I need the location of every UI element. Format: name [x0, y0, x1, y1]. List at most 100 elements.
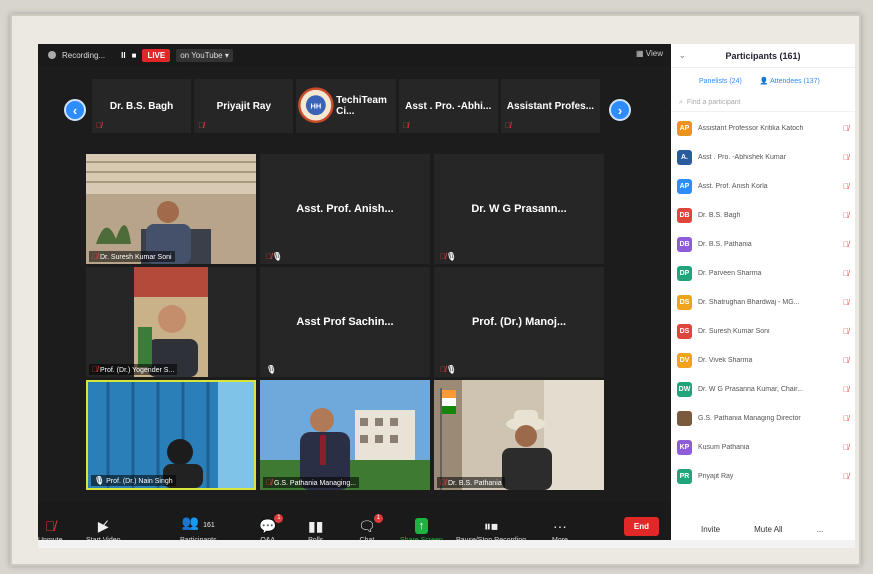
avatar: KP	[677, 440, 692, 455]
prev-page-button[interactable]: ‹	[64, 99, 86, 121]
strip-tile[interactable]: Asst . Pro. -Abhi... 🎙̸	[398, 79, 498, 133]
participant-name: Priyajit Ray	[216, 100, 272, 112]
participant-tag: 🎙 Prof. (Dr.) Nain Singh	[91, 475, 176, 486]
avatar: DV	[677, 353, 692, 368]
mic-muted-icon[interactable]: 🎙̸	[843, 472, 849, 481]
video-feed	[88, 382, 254, 488]
participant-name: Dr. Shatrughan Bhardwaj - MG...	[698, 299, 800, 306]
tab-attendees[interactable]: 👤 Attendees (137)	[760, 77, 820, 85]
participant-row[interactable]: DS Dr. Shatrughan Bhardwaj - MG... 🎙̸	[677, 288, 849, 317]
thumbnail-strip: Dr. B.S. Bagh 🎙̸ Priyajit Ray 🎙̸ HH TechiT…	[92, 79, 601, 133]
mic-muted-icon[interactable]: 🎙̸	[843, 298, 849, 307]
avatar: AP	[677, 179, 692, 194]
video-feed	[86, 267, 256, 377]
participant-tag: 🎙̸ Dr. Suresh Kumar Soni	[89, 251, 175, 262]
avatar: DS	[677, 295, 692, 310]
participant-name: Dr. Parveen Sharma	[698, 270, 762, 277]
tab-panelists[interactable]: Panelists (24)	[679, 78, 742, 85]
strip-tile[interactable]: Priyajit Ray 🎙̸	[194, 79, 294, 133]
video-tile[interactable]: Asst. Prof. Anish... 🎙̸🎙	[260, 154, 430, 264]
strip-tile[interactable]: Dr. B.S. Bagh 🎙̸	[92, 79, 192, 133]
participant-row[interactable]: DB Dr. B.S. Pathania 🎙̸	[677, 230, 849, 259]
mic-muted-icon[interactable]: 🎙̸	[843, 414, 849, 423]
participant-row[interactable]: DP Dr. Parveen Sharma 🎙̸	[677, 259, 849, 288]
svg-text:HH: HH	[311, 101, 322, 110]
participant-name: Dr. Suresh Kumar Soni	[698, 328, 770, 335]
mic-muted-icon[interactable]: 🎙̸	[843, 211, 849, 220]
avatar: DB	[677, 237, 692, 252]
participant-tag: 🎙̸🎙	[266, 252, 283, 261]
participant-row[interactable]: DS Dr. Suresh Kumar Soni 🎙̸	[677, 317, 849, 346]
participant-row[interactable]: AP Asst. Prof. Anish Korla 🎙̸	[677, 172, 849, 201]
participant-row[interactable]: AP Assistant Professor Kritika Katoch 🎙̸	[677, 114, 849, 143]
participant-row[interactable]: A. Asst . Pro. -Abhishek Kumar 🎙̸	[677, 143, 849, 172]
video-tile-active-speaker[interactable]: 🎙 Prof. (Dr.) Nain Singh	[86, 380, 256, 490]
video-tile[interactable]: Dr. W G Prasann... 🎙̸🎙	[434, 154, 604, 264]
mic-muted-icon[interactable]: 🎙̸	[843, 385, 849, 394]
participant-name: Dr. B.S. Pathania	[698, 241, 752, 248]
video-grid: 🎙̸ Dr. Suresh Kumar Soni Asst. Prof. Ani…	[86, 154, 606, 490]
participant-name: Dr. W G Prasann...	[471, 203, 567, 215]
participant-row[interactable]: DV Dr. Vivek Sharma 🎙̸	[677, 346, 849, 375]
mic-muted-icon[interactable]: 🎙̸	[843, 443, 849, 452]
participant-search[interactable]: ⌕ Find a participant	[671, 94, 855, 112]
participant-name: Assistant Profes...	[506, 100, 595, 112]
mic-muted-icon[interactable]: 🎙̸	[843, 153, 849, 162]
video-tile[interactable]: Prof. (Dr.) Manoj... 🎙̸🎙	[434, 267, 604, 377]
chevron-down-icon[interactable]: ⌄	[679, 51, 686, 60]
more-options-button[interactable]: ...	[817, 525, 824, 534]
share-screen-icon: ↑	[414, 518, 429, 534]
zoom-window: Recording... II ■ LIVE on YouTube ▾ ▦ Vi…	[38, 44, 855, 548]
video-tile[interactable]: 🎙̸ Dr. B.S. Pathania	[434, 380, 604, 490]
invite-button[interactable]: Invite	[701, 525, 720, 534]
participant-name: Dr. Suresh Kumar Soni	[99, 254, 172, 261]
search-input[interactable]: Find a participant	[687, 99, 741, 106]
live-badge[interactable]: LIVE	[142, 48, 171, 62]
participant-tag: 🎙	[266, 365, 277, 374]
video-tile[interactable]: 🎙̸ Prof. (Dr.) Yogender S...	[86, 267, 256, 377]
avatar: PR	[677, 469, 692, 484]
participant-name: Asst. Prof. Anish Korla	[698, 183, 768, 190]
video-feed	[260, 380, 430, 490]
pause-recording-button[interactable]: II	[121, 51, 125, 60]
avatar: DB	[677, 208, 692, 223]
end-button[interactable]: End	[623, 517, 659, 536]
participant-row[interactable]: DB Dr. B.S. Bagh 🎙̸	[677, 201, 849, 230]
participant-row[interactable]: G.S. Pathania Managing Director 🎙̸	[677, 404, 849, 433]
qa-badge: 1	[274, 514, 284, 523]
participants-panel: ⌄ Participants (161) Panelists (24) 👤 At…	[671, 44, 855, 548]
mic-muted-icon[interactable]: 🎙̸	[843, 356, 849, 365]
meeting-topbar: Recording... II ■ LIVE on YouTube ▾ ▦ Vi…	[38, 44, 671, 66]
avatar: AP	[677, 121, 692, 136]
mic-muted-icon[interactable]: 🎙̸	[843, 269, 849, 278]
participant-name: Dr. B.S. Bagh	[698, 212, 741, 219]
participant-name: Dr. B.S. Pathania	[447, 480, 502, 487]
chat-icon: 🗨 1	[358, 514, 383, 534]
participant-tag: 🎙̸🎙	[440, 365, 457, 374]
video-feed	[86, 154, 256, 264]
youtube-stream-dropdown[interactable]: on YouTube ▾	[176, 48, 233, 62]
video-tile[interactable]: 🎙̸ G.S. Pathania Managing...	[260, 380, 430, 490]
participant-name: Prof. (Dr.) Nain Singh	[106, 478, 173, 485]
avatar	[677, 411, 692, 426]
strip-tile[interactable]: Assistant Profes... 🎙̸	[500, 79, 601, 133]
mic-muted-icon[interactable]: 🎙̸	[843, 240, 849, 249]
mic-muted-icon: 🎙̸	[504, 121, 511, 130]
next-page-button[interactable]: ›	[609, 99, 631, 121]
os-taskbar	[38, 540, 855, 548]
mute-all-button[interactable]: Mute All	[754, 525, 782, 534]
mic-muted-icon[interactable]: 🎙̸	[843, 182, 849, 191]
strip-tile[interactable]: HH TechiTeam Ci...	[296, 79, 396, 133]
video-tile[interactable]: Asst Prof Sachin... 🎙	[260, 267, 430, 377]
participant-name: Dr. W G Prasanna Kumar, Chair...	[698, 386, 804, 393]
participant-row[interactable]: PR Priyajit Ray 🎙̸	[677, 462, 849, 491]
stop-recording-button[interactable]: ■	[132, 51, 137, 60]
video-tile[interactable]: 🎙̸ Dr. Suresh Kumar Soni	[86, 154, 256, 264]
view-button[interactable]: ▦ View	[636, 49, 663, 58]
participant-row[interactable]: DW Dr. W G Prasanna Kumar, Chair... 🎙̸	[677, 375, 849, 404]
mic-muted-icon: 🎙̸	[45, 518, 56, 534]
participant-row[interactable]: KP Kusum Pathania 🎙̸	[677, 433, 849, 462]
participant-name: Prof. (Dr.) Yogender S...	[99, 367, 175, 374]
mic-muted-icon[interactable]: 🎙̸	[843, 124, 849, 133]
mic-muted-icon[interactable]: 🎙̸	[843, 327, 849, 336]
